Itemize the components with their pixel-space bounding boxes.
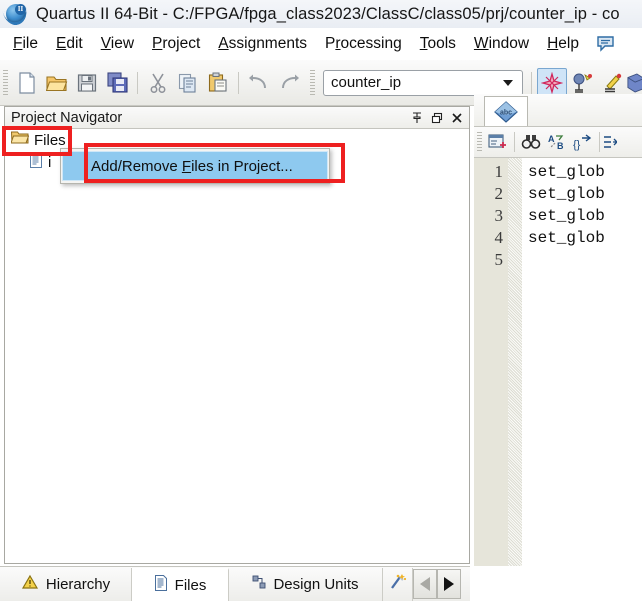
compilation-star-icon[interactable]: [537, 67, 567, 98]
editor-separator-2: [599, 132, 600, 152]
replace-ab-icon[interactable]: A B: [544, 129, 570, 155]
editor-toolbar: A B {}: [474, 127, 642, 158]
svg-text:A: A: [548, 134, 555, 144]
tab-design-units[interactable]: Design Units: [229, 567, 383, 601]
line-number: 1: [494, 162, 504, 181]
svg-text:abc: abc: [500, 109, 512, 116]
pin-planner-icon[interactable]: [567, 68, 597, 98]
svg-text:B: B: [557, 141, 564, 151]
context-menu: Add/Remove Files in Project...: [60, 148, 330, 184]
project-combo-value: counter_ip: [331, 74, 402, 91]
code-line: set_glob: [528, 185, 605, 203]
copy-icon[interactable]: [173, 68, 203, 98]
editor-toolbar-grip[interactable]: [477, 132, 482, 152]
file-document-icon: [29, 151, 43, 173]
restore-icon[interactable]: [429, 110, 445, 126]
menu-file[interactable]: File: [4, 33, 47, 55]
menu-project[interactable]: Project: [143, 33, 209, 55]
assignment-editor-icon[interactable]: [597, 68, 627, 98]
code-line: set_glob: [528, 207, 605, 225]
line-number: 2: [494, 184, 504, 203]
undo-icon[interactable]: [244, 68, 274, 98]
increase-indent-icon[interactable]: [603, 129, 617, 155]
speech-bubble-search-icon[interactable]: [596, 35, 616, 53]
design-units-icon: [252, 575, 266, 593]
tab-design-units-label: Design Units: [273, 575, 359, 593]
find-binoculars-icon[interactable]: [518, 129, 544, 155]
toolbar-separator: [531, 71, 532, 94]
line-number: 4: [494, 228, 504, 247]
close-icon[interactable]: [449, 110, 465, 126]
arrow-left-icon: [420, 577, 430, 591]
text-editor-panel: abc A B {} 1 2 3 4 5 set_glob set_glob s…: [474, 94, 642, 600]
editor-text-area[interactable]: 1 2 3 4 5 set_glob set_glob set_glob set…: [474, 158, 642, 600]
tree-node-files-label: Files: [34, 131, 66, 149]
toolbar-grip-2[interactable]: [310, 69, 315, 96]
menu-tools[interactable]: Tools: [411, 33, 465, 55]
editor-code-lines[interactable]: set_glob set_glob set_glob set_glob: [522, 158, 642, 600]
editor-tab-active[interactable]: abc: [484, 96, 528, 126]
menu-bar: File Edit View Project Assignments Proce…: [0, 28, 642, 60]
svg-text:{}: {}: [573, 139, 581, 151]
editor-separator: [514, 132, 515, 152]
editor-line-number-gutter: 1 2 3 4 5: [474, 158, 508, 600]
tab-scroll-left-button[interactable]: [413, 569, 437, 599]
project-combo[interactable]: counter_ip: [323, 69, 523, 96]
toolbar-grip[interactable]: [3, 69, 8, 96]
code-line: set_glob: [528, 163, 605, 181]
new-file-icon[interactable]: [12, 68, 42, 98]
chevron-down-icon[interactable]: [503, 79, 513, 86]
menu-help[interactable]: Help: [538, 33, 588, 55]
tab-hierarchy[interactable]: Hierarchy: [0, 567, 132, 601]
go-to-line-icon[interactable]: {}: [570, 129, 596, 155]
editor-bookmark-strip[interactable]: [508, 158, 522, 600]
project-navigator-title: Project Navigator: [11, 109, 123, 126]
project-navigator-tree[interactable]: Files i: [5, 129, 469, 563]
tab-files-label: Files: [174, 576, 207, 594]
toolbar-separator: [137, 71, 138, 94]
paste-icon[interactable]: [203, 68, 233, 98]
insert-template-icon[interactable]: [485, 129, 511, 155]
toolbar-separator: [238, 71, 239, 94]
quartus-logo-icon: II: [2, 2, 30, 28]
hierarchy-triangle-icon: [21, 574, 39, 594]
project-navigator-header: Project Navigator: [5, 107, 469, 129]
tree-node-file-item-label: i: [48, 153, 52, 171]
line-number: 3: [494, 206, 504, 225]
quartus-main-window: II Quartus II 64-Bit - C:/FPGA/fpga_clas…: [0, 0, 642, 601]
tab-files[interactable]: Files: [132, 567, 229, 601]
menu-assignments[interactable]: Assignments: [209, 33, 316, 55]
bottom-right-filler: [470, 566, 642, 600]
files-document-icon: [154, 575, 168, 595]
ip-catalog-wand-icon: [388, 573, 408, 595]
open-project-icon[interactable]: [42, 68, 72, 98]
save-all-icon[interactable]: [102, 68, 132, 98]
settings-blue-icon[interactable]: [627, 68, 642, 98]
line-number: 5: [494, 250, 504, 269]
cut-icon[interactable]: [143, 68, 173, 98]
tab-hierarchy-label: Hierarchy: [45, 575, 111, 593]
window-title: Quartus II 64-Bit - C:/FPGA/fpga_class20…: [36, 4, 620, 23]
redo-icon[interactable]: [274, 68, 304, 98]
menu-view[interactable]: View: [92, 33, 143, 55]
tab-ip-catalog[interactable]: [383, 567, 413, 601]
menu-item-add-remove-files-label: Add/Remove Files in Project...: [91, 157, 293, 175]
save-file-icon[interactable]: [72, 68, 102, 98]
menu-item-add-remove-files[interactable]: Add/Remove Files in Project...: [62, 151, 328, 181]
title-bar: II Quartus II 64-Bit - C:/FPGA/fpga_clas…: [0, 0, 642, 28]
abc-text-file-icon: abc: [493, 100, 519, 123]
pin-icon[interactable]: [409, 110, 425, 126]
folder-open-icon: [10, 130, 30, 150]
project-navigator-tab-bar: Hierarchy Files Design Units: [0, 566, 470, 601]
menu-processing[interactable]: Processing: [316, 33, 411, 55]
menu-edit[interactable]: Edit: [47, 33, 92, 55]
menu-window[interactable]: Window: [465, 33, 538, 55]
editor-tab-strip: abc: [474, 94, 642, 127]
arrow-right-icon: [444, 577, 454, 591]
code-line: set_glob: [528, 229, 605, 247]
tab-scroll-right-button[interactable]: [437, 569, 461, 599]
